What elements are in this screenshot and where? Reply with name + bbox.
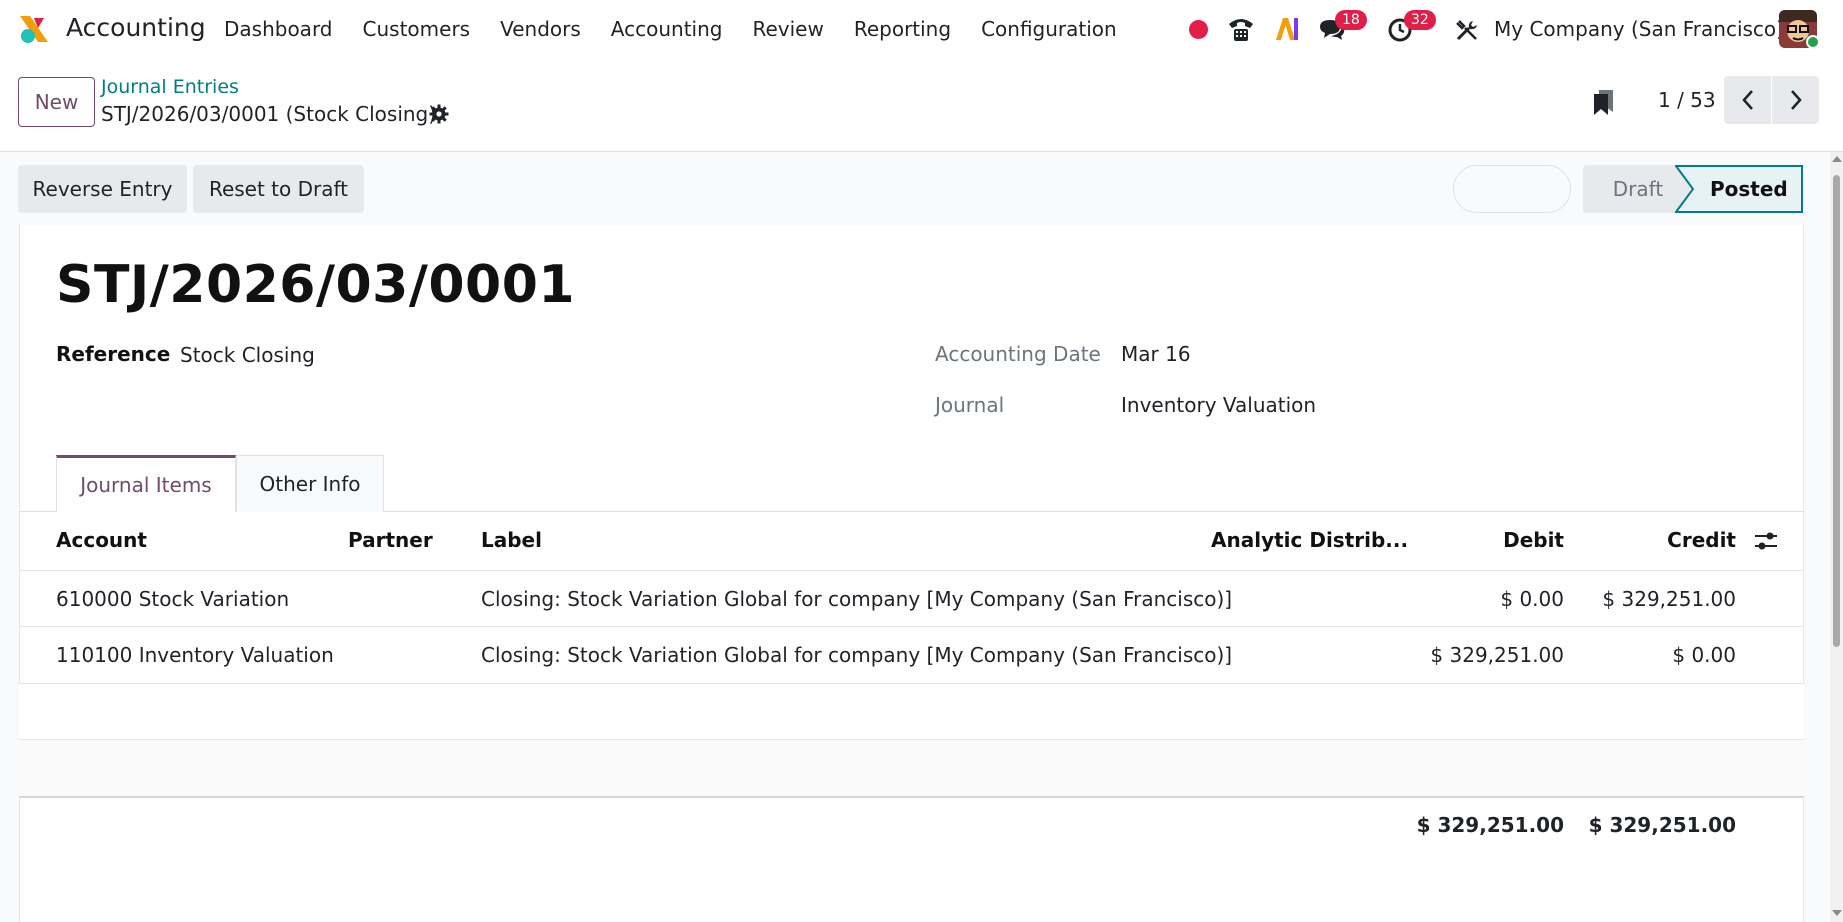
accounting-date-value[interactable]: Mar 16 xyxy=(1121,342,1191,366)
top-navbar: Accounting Dashboard Customers Vendors A… xyxy=(0,0,1843,58)
table-row[interactable]: 610000 Stock Variation Closing: Stock Va… xyxy=(19,571,1804,626)
column-header-account[interactable]: Account xyxy=(56,528,147,552)
total-credit: $ 329,251.00 xyxy=(1588,813,1736,837)
cell-label: Closing: Stock Variation Global for comp… xyxy=(481,643,1233,667)
app-name[interactable]: Accounting xyxy=(66,13,206,42)
accounting-app-icon[interactable] xyxy=(18,14,50,46)
cell-label: Closing: Stock Variation Global for comp… xyxy=(481,587,1233,611)
scroll-up-icon[interactable] xyxy=(1832,156,1842,162)
cell-account: 110100 Inventory Valuation xyxy=(56,643,334,667)
company-switcher[interactable]: My Company (San Francisco) xyxy=(1494,17,1784,41)
column-header-credit[interactable]: Credit xyxy=(1610,528,1736,552)
pager-next-button[interactable] xyxy=(1772,76,1819,124)
cell-account: 610000 Stock Variation xyxy=(56,587,290,611)
optional-columns-icon[interactable] xyxy=(1754,530,1778,552)
menu-vendors[interactable]: Vendors xyxy=(500,17,581,41)
pager-value[interactable]: 1 / 53 xyxy=(1658,88,1716,112)
cell-debit: $ 329,251.00 xyxy=(1430,643,1564,667)
online-status-icon xyxy=(1806,35,1820,49)
journal-label: Journal xyxy=(935,393,1005,417)
column-header-label[interactable]: Label xyxy=(481,528,542,552)
scrollbar-thumb[interactable] xyxy=(1833,175,1840,647)
table-row[interactable]: 110100 Inventory Valuation Closing: Stoc… xyxy=(19,627,1804,683)
menu-customers[interactable]: Customers xyxy=(363,17,471,41)
chat-count-badge: 18 xyxy=(1335,10,1367,30)
cell-credit: $ 0.00 xyxy=(1672,643,1736,667)
reset-to-draft-button[interactable]: Reset to Draft xyxy=(193,165,364,213)
column-header-partner[interactable]: Partner xyxy=(348,528,433,552)
ai-icon[interactable] xyxy=(1274,16,1300,42)
recording-icon[interactable] xyxy=(1189,0,1209,58)
journal-value[interactable]: Inventory Valuation xyxy=(1121,393,1316,417)
status-posted-label: Posted xyxy=(1710,177,1788,201)
journal-entry-title: STJ/2026/03/0001 xyxy=(56,255,576,315)
reference-label: Reference xyxy=(56,342,171,366)
menu-review[interactable]: Review xyxy=(752,17,823,41)
status-pill-placeholder xyxy=(1453,165,1571,213)
tab-other-info[interactable]: Other Info xyxy=(236,455,384,512)
tools-icon[interactable] xyxy=(1455,18,1479,42)
reference-value[interactable]: Stock Closing xyxy=(180,343,315,367)
totals-divider xyxy=(19,796,1804,798)
scroll-down-icon[interactable] xyxy=(1832,910,1842,916)
menu-configuration[interactable]: Configuration xyxy=(981,17,1117,41)
breadcrumb-current-record: STJ/2026/03/0001 (Stock Closing) xyxy=(101,102,437,126)
total-debit: $ 329,251.00 xyxy=(1416,813,1564,837)
main-menu: Dashboard Customers Vendors Accounting R… xyxy=(224,17,1147,41)
tab-journal-items[interactable]: Journal Items xyxy=(56,455,236,512)
menu-reporting[interactable]: Reporting xyxy=(854,17,951,41)
pager-previous-button[interactable] xyxy=(1724,76,1771,124)
menu-accounting[interactable]: Accounting xyxy=(611,17,723,41)
empty-row xyxy=(19,740,1804,796)
new-button[interactable]: New xyxy=(18,77,95,127)
reverse-entry-button[interactable]: Reverse Entry xyxy=(18,165,187,213)
activity-count-badge: 32 xyxy=(1404,10,1436,30)
breadcrumb-journal-entries[interactable]: Journal Entries xyxy=(101,76,239,98)
menu-dashboard[interactable]: Dashboard xyxy=(224,17,333,41)
cell-credit: $ 329,251.00 xyxy=(1602,587,1736,611)
control-panel: New Journal Entries STJ/2026/03/0001 (St… xyxy=(0,58,1843,152)
empty-row xyxy=(19,684,1804,739)
cell-debit: $ 0.00 xyxy=(1500,587,1564,611)
gear-icon[interactable] xyxy=(429,104,449,124)
column-header-analytic-distribution[interactable]: Analytic Distrib... xyxy=(1211,528,1408,552)
chevron-right-icon xyxy=(1790,90,1802,110)
phone-icon[interactable] xyxy=(1226,14,1256,44)
column-header-debit[interactable]: Debit xyxy=(1440,528,1564,552)
chevron-left-icon xyxy=(1741,90,1753,110)
accounting-date-label: Accounting Date xyxy=(935,342,1101,366)
bookmark-icon[interactable] xyxy=(1592,88,1616,116)
